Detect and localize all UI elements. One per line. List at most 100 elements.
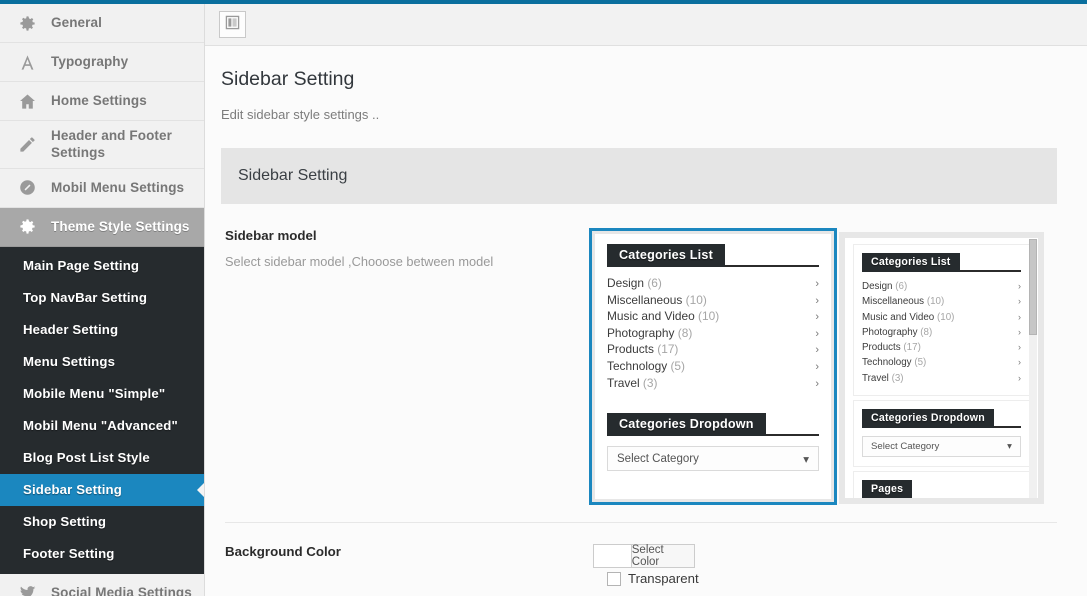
category-name: Music and Video <box>862 311 935 323</box>
sidebar-subitem-label: Header Setting <box>23 322 119 338</box>
category-count: (10) <box>698 309 720 324</box>
color-swatch[interactable] <box>594 545 632 567</box>
transparent-label: Transparent <box>628 571 699 586</box>
sidebar-item-social-media-settings[interactable]: Social Media Settings <box>0 573 204 596</box>
app-window: General Typography Home Settings Header … <box>0 0 1087 596</box>
background-color-field-labels: Background Color <box>225 544 593 586</box>
sidebar-subitem-label: Main Page Setting <box>23 258 140 274</box>
sidebar-subitem-label: Shop Setting <box>23 514 107 530</box>
select-color-button-label: Select Color <box>631 544 664 568</box>
category-count: (10) <box>926 296 945 308</box>
sidebar-item-general[interactable]: General <box>0 4 204 43</box>
category-count: (3) <box>642 375 658 390</box>
gear-icon <box>14 12 40 34</box>
chevron-right-icon: › <box>815 278 819 290</box>
chevron-right-icon: › <box>1018 281 1021 291</box>
sidebar-subitem-header-setting[interactable]: Header Setting <box>0 313 204 346</box>
sidebar-subitem-sidebar-setting[interactable]: Sidebar Setting <box>0 473 204 506</box>
sidebar-item-typography[interactable]: Typography <box>0 43 204 82</box>
sidebar-subitem-menu-settings[interactable]: Menu Settings <box>0 345 204 378</box>
list-item[interactable]: Products (17) › <box>607 342 819 359</box>
sidebar-item-label: Typography <box>51 54 129 70</box>
category-name: Design <box>607 276 645 290</box>
category-name: Technology <box>862 357 912 369</box>
chevron-right-icon: › <box>815 377 819 390</box>
list-item[interactable]: Design (6) › <box>862 279 1021 294</box>
sidebar-item-home-settings[interactable]: Home Settings <box>0 82 204 121</box>
category-name: Miscellaneous <box>607 292 683 307</box>
color-picker-button[interactable]: Select Color <box>593 544 695 568</box>
preview1-spacer <box>607 392 819 413</box>
window-top-accent-bar <box>0 0 1087 4</box>
twitter-bird-icon <box>14 582 40 596</box>
admin-sidebar: General Typography Home Settings Header … <box>0 0 205 596</box>
sidebar-subitem-mobile-menu-simple[interactable]: Mobile Menu "Simple" <box>0 377 204 410</box>
list-item[interactable]: Travel (3) › <box>607 376 819 393</box>
sidebar-subitem-label: Blog Post List Style <box>23 450 150 466</box>
sidebar-model-option-1[interactable]: Categories List Design (6) › Miscellaneou… <box>589 228 837 505</box>
page-title: Sidebar Setting <box>221 68 355 90</box>
background-color-label: Background Color <box>225 544 341 559</box>
category-name: Music and Video <box>607 309 695 324</box>
section-header: Sidebar Setting <box>221 148 1057 204</box>
sidebar-item-label: Theme Style Settings <box>51 218 190 234</box>
preview1-categories-list-widget: Categories List Design (6) › Miscellaneou… <box>607 244 819 392</box>
category-name: Photography <box>862 326 918 338</box>
preview2-scrollbar[interactable] <box>1029 239 1037 498</box>
list-item[interactable]: Miscellaneous (10) › <box>607 293 819 310</box>
sidebar-subitem-label: Mobile Menu "Simple" <box>23 386 166 402</box>
list-item[interactable]: Music and Video (10) › <box>862 310 1021 325</box>
sidebar-item-label: Social Media Settings <box>51 584 192 596</box>
preview1-categories-dropdown-widget: Categories Dropdown Select Category ▾ <box>607 413 819 472</box>
preview2-category-select[interactable]: Select Category ▾ <box>862 436 1021 458</box>
sidebar-subitem-label: Mobil Menu "Advanced" <box>23 418 178 434</box>
transparent-option-row: Transparent <box>607 571 699 586</box>
list-item[interactable]: Design (6) › <box>607 276 819 293</box>
sidebar-subitem-top-navbar-setting[interactable]: Top NavBar Setting <box>0 281 204 314</box>
sidebar-item-theme-style-settings[interactable]: Theme Style Settings <box>0 207 204 247</box>
sidebar-subitem-mobil-menu-advanced[interactable]: Mobil Menu "Advanced" <box>0 409 204 442</box>
chevron-right-icon: › <box>815 327 819 340</box>
list-item[interactable]: Products (17) › <box>862 340 1021 355</box>
chevron-right-icon: › <box>815 294 819 307</box>
sidebar-subitem-main-page-setting[interactable]: Main Page Setting <box>0 249 204 282</box>
category-count: (3) <box>891 372 904 384</box>
list-item[interactable]: Miscellaneous (10) › <box>862 294 1021 309</box>
sidebar-item-header-and-footer-settings[interactable]: Header and Footer Settings <box>0 121 204 169</box>
page-subtitle: Edit sidebar style settings .. <box>221 107 380 122</box>
list-item[interactable]: Music and Video (10) › <box>607 309 819 326</box>
list-item[interactable]: Photography (8) › <box>607 326 819 343</box>
section-header-title: Sidebar Setting <box>238 167 348 184</box>
preview2-categories-list-widget: Categories List Design (6) › Miscellaneou… <box>853 244 1030 397</box>
chevron-right-icon: › <box>815 344 819 357</box>
category-count: (6) <box>647 276 662 290</box>
category-name: Design <box>862 281 893 292</box>
chevron-right-icon: › <box>1018 326 1021 337</box>
list-item[interactable]: Technology (5) › <box>607 359 819 376</box>
sidebar-subitem-label: Menu Settings <box>23 354 116 370</box>
category-name: Products <box>862 342 901 354</box>
sidebar-model-option-2[interactable]: Categories List Design (6) › Miscellaneou… <box>839 232 1044 504</box>
list-item[interactable]: Travel (3) › <box>862 371 1021 386</box>
gear-icon <box>14 216 40 238</box>
preview1-category-select[interactable]: Select Category ▾ <box>607 446 819 472</box>
sidebar-model-preview-2: Categories List Design (6) › Miscellaneou… <box>845 238 1038 498</box>
category-count: (8) <box>920 326 933 338</box>
list-item[interactable]: Technology (5) › <box>862 355 1021 370</box>
sidebar-subnav: Main Page Setting Top NavBar Setting Hea… <box>0 246 204 574</box>
category-count: (6) <box>895 281 908 292</box>
sidebar-subitem-footer-setting[interactable]: Footer Setting <box>0 537 204 570</box>
sidebar-item-label: Mobil Menu Settings <box>51 179 185 195</box>
sidebar-layout-toggle-button[interactable] <box>219 11 246 38</box>
sidebar-subitem-blog-post-list-style[interactable]: Blog Post List Style <box>0 441 204 474</box>
category-count: (10) <box>685 292 707 307</box>
sidebar-subitem-shop-setting[interactable]: Shop Setting <box>0 505 204 538</box>
chevron-right-icon: › <box>1018 296 1021 307</box>
transparent-checkbox[interactable] <box>607 571 621 586</box>
preview2-scrollbar-thumb[interactable] <box>1029 239 1037 335</box>
chevron-right-icon: › <box>1018 357 1021 368</box>
list-item[interactable]: Photography (8) › <box>862 325 1021 340</box>
category-count: (5) <box>914 357 927 369</box>
content-toolbar <box>205 4 1087 46</box>
sidebar-item-mobil-menu-settings[interactable]: Mobil Menu Settings <box>0 168 204 208</box>
